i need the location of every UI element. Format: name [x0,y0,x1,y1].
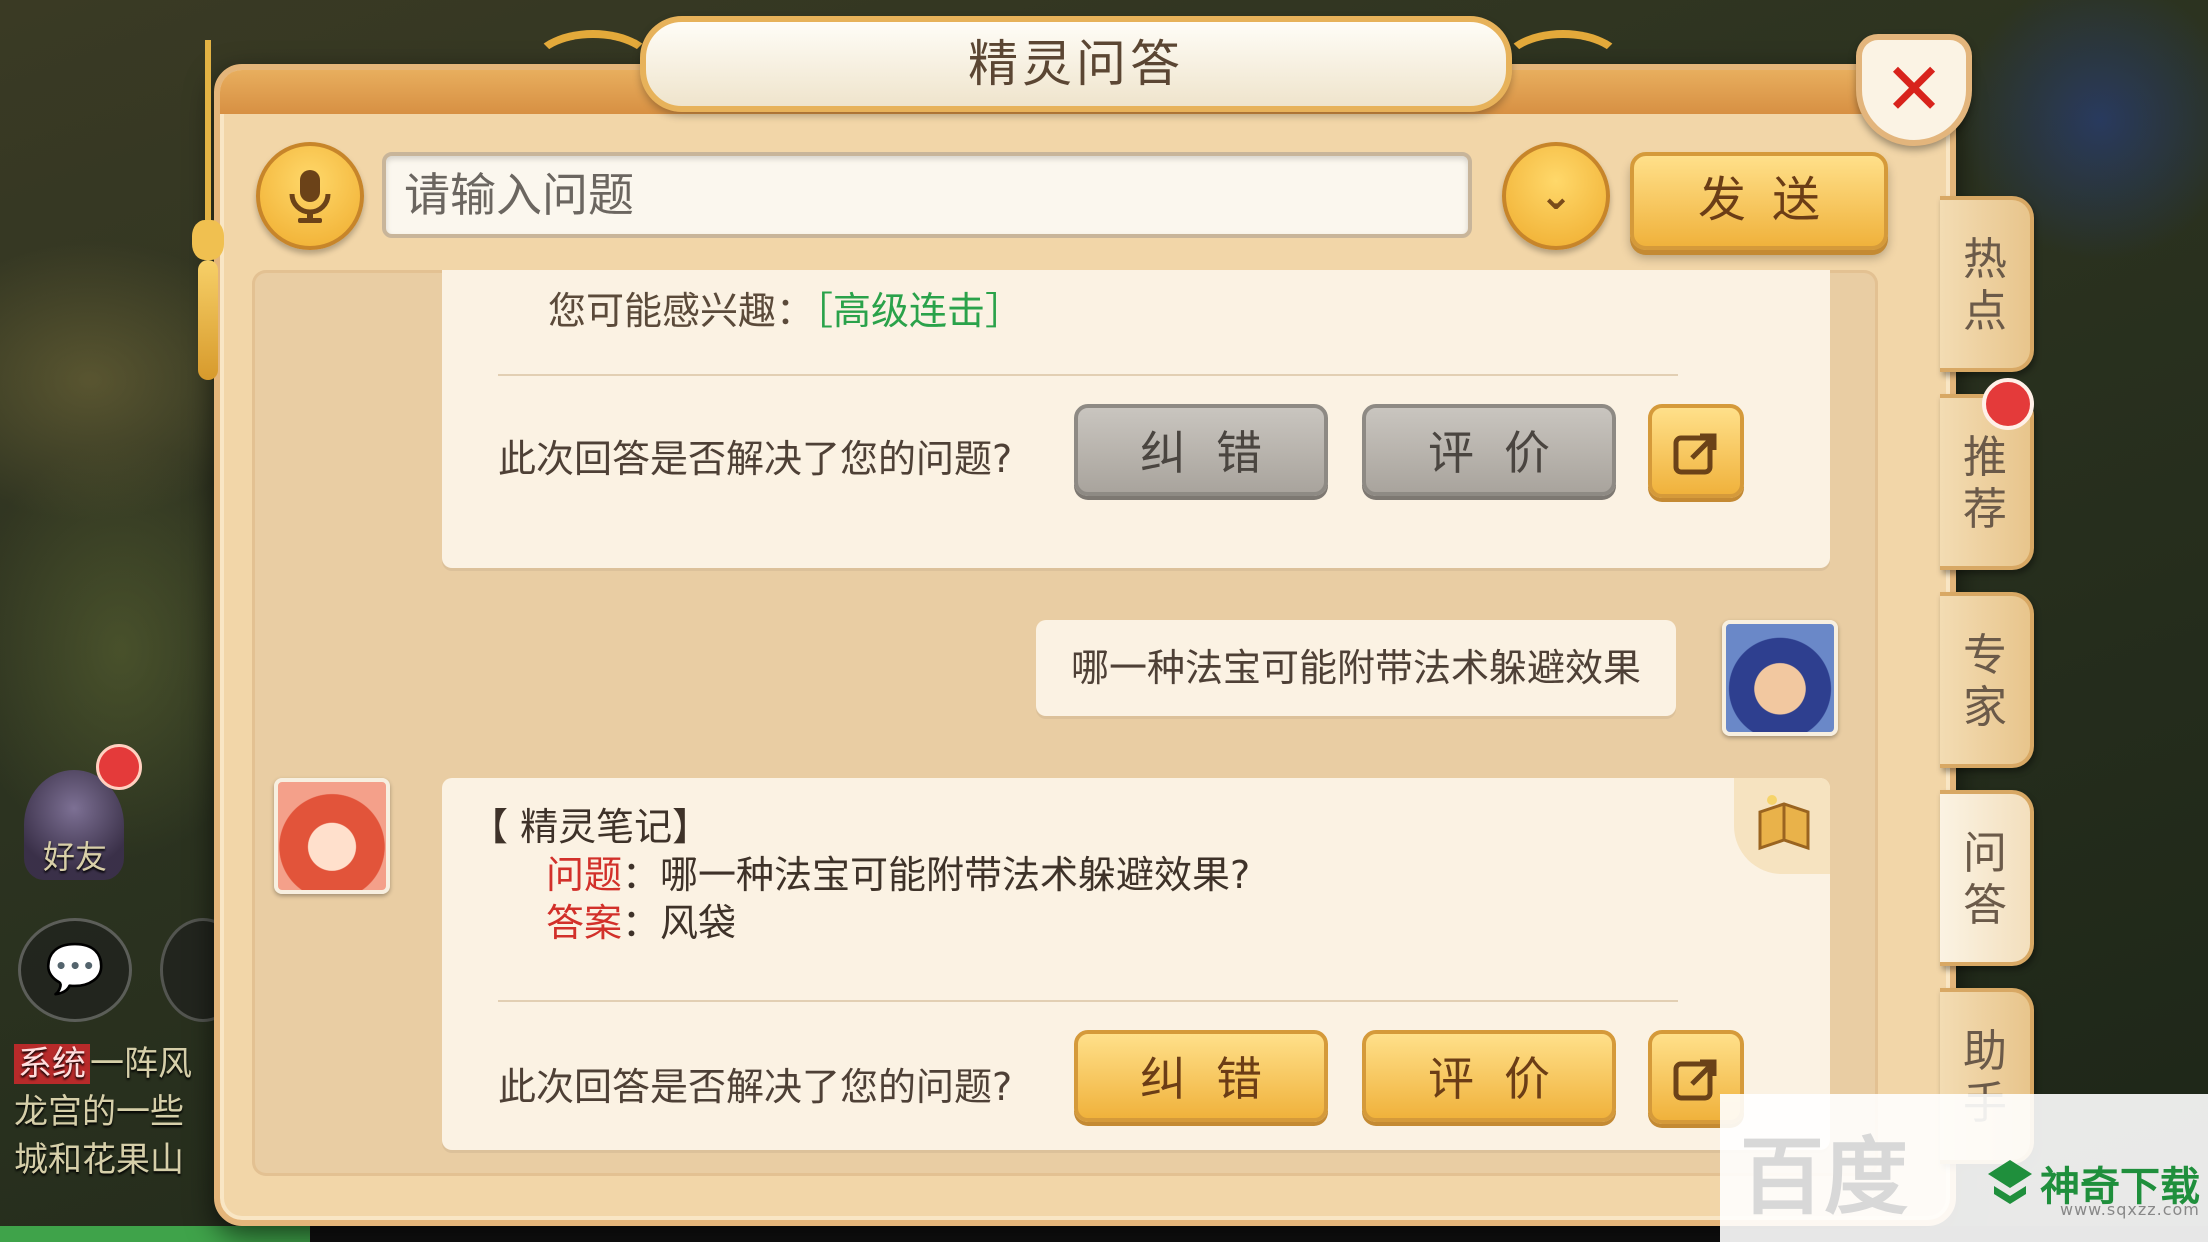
chat-line-1: 一阵风 [90,1044,192,1084]
chat-line-3: 城和花果山 [14,1140,184,1180]
chat-channel-tag: 系统 [14,1044,90,1084]
rate-button[interactable]: 评价 [1362,1030,1616,1122]
note-answer: 答案：风袋 [546,901,737,945]
note-question: 问题：哪一种法宝可能附带法术躲避效果? [546,853,1251,897]
title-ornament-left [530,30,656,102]
answer-key: 答案 [546,901,623,945]
chat-icon[interactable]: 💬 [18,918,132,1022]
interest-prefix: 您可能感兴趣： [548,289,815,333]
watermark-brand: 百度 [1740,1128,1909,1226]
book-icon [1758,795,1810,851]
answer-card: 您可能感兴趣：［高级连击］ 此次回答是否解决了您的问题? 纠错 评价 [442,270,1830,568]
feedback-question: 此次回答是否解决了您的问题? [498,1065,1013,1109]
question-key: 问题 [546,853,623,897]
world-chat: 系统 一阵风 龙宫的一些 城和花果山 [14,1040,214,1184]
tab-expert[interactable]: 专 家 [1940,592,2034,768]
close-button[interactable]: ✕ [1856,34,1972,146]
tab-hot-label: 热 点 [1963,234,2007,337]
interest-link[interactable]: ［高级连击］ [814,289,1023,333]
correct-button[interactable]: 纠错 [1074,1030,1328,1122]
tab-expert-label: 专 家 [1963,630,2007,733]
user-message: 哪一种法宝可能附带法术躲避效果 [1036,620,1676,716]
share-button[interactable] [1648,404,1744,498]
tab-qa-label: 问 答 [1963,828,2007,931]
sprite-note-card: 【 精灵笔记】 问题：哪一种法宝可能附带法术躲避效果? 答案：风袋 此次回答是否… [442,778,1830,1150]
chat-area[interactable]: 您可能感兴趣：［高级连击］ 此次回答是否解决了您的问题? 纠错 评价 哪一种法宝… [252,270,1878,1176]
voice-input-button[interactable] [256,142,364,250]
divider [498,374,1678,376]
rate-button[interactable]: 评价 [1362,404,1616,496]
book-icon-container [1734,778,1830,874]
user-avatar [1722,620,1838,736]
correct-button[interactable]: 纠错 [1074,404,1328,496]
feedback-question: 此次回答是否解决了您的问题? [498,437,1013,481]
friend-label: 好友 [42,838,107,876]
note-title: 【 精灵笔记】 [470,805,711,849]
divider [498,1000,1678,1002]
notification-dot [96,744,142,790]
tab-hot[interactable]: 热 点 [1940,196,2034,372]
tassel-ornament [190,40,226,380]
microphone-icon [289,170,331,223]
chevron-down-icon: ⌄ [1539,173,1573,219]
watermark-logo-icon [1988,1160,2032,1204]
sprite-avatar [274,778,390,894]
close-icon: ✕ [1883,47,1945,131]
history-dropdown-button[interactable]: ⌄ [1502,142,1610,250]
question-value: 哪一种法宝可能附带法术躲避效果? [660,853,1251,897]
tab-recommend-label: 推 荐 [1963,432,2007,535]
dialog-title: 精灵问答 [640,16,1512,112]
interest-suggestion: 您可能感兴趣：［高级连击］ [548,280,1023,335]
recommend-badge [1982,378,2034,430]
question-input[interactable] [382,152,1472,238]
answer-value: 风袋 [660,901,737,945]
share-icon [1673,433,1717,475]
watermark-site-url: www.sqxzz.com [2060,1200,2200,1219]
send-button[interactable]: 发送 [1630,152,1888,250]
share-icon [1673,1059,1717,1101]
title-ornament-right [1500,30,1626,102]
tab-qa[interactable]: 问 答 [1940,790,2034,966]
chat-line-2: 龙宫的一些 [14,1092,184,1132]
